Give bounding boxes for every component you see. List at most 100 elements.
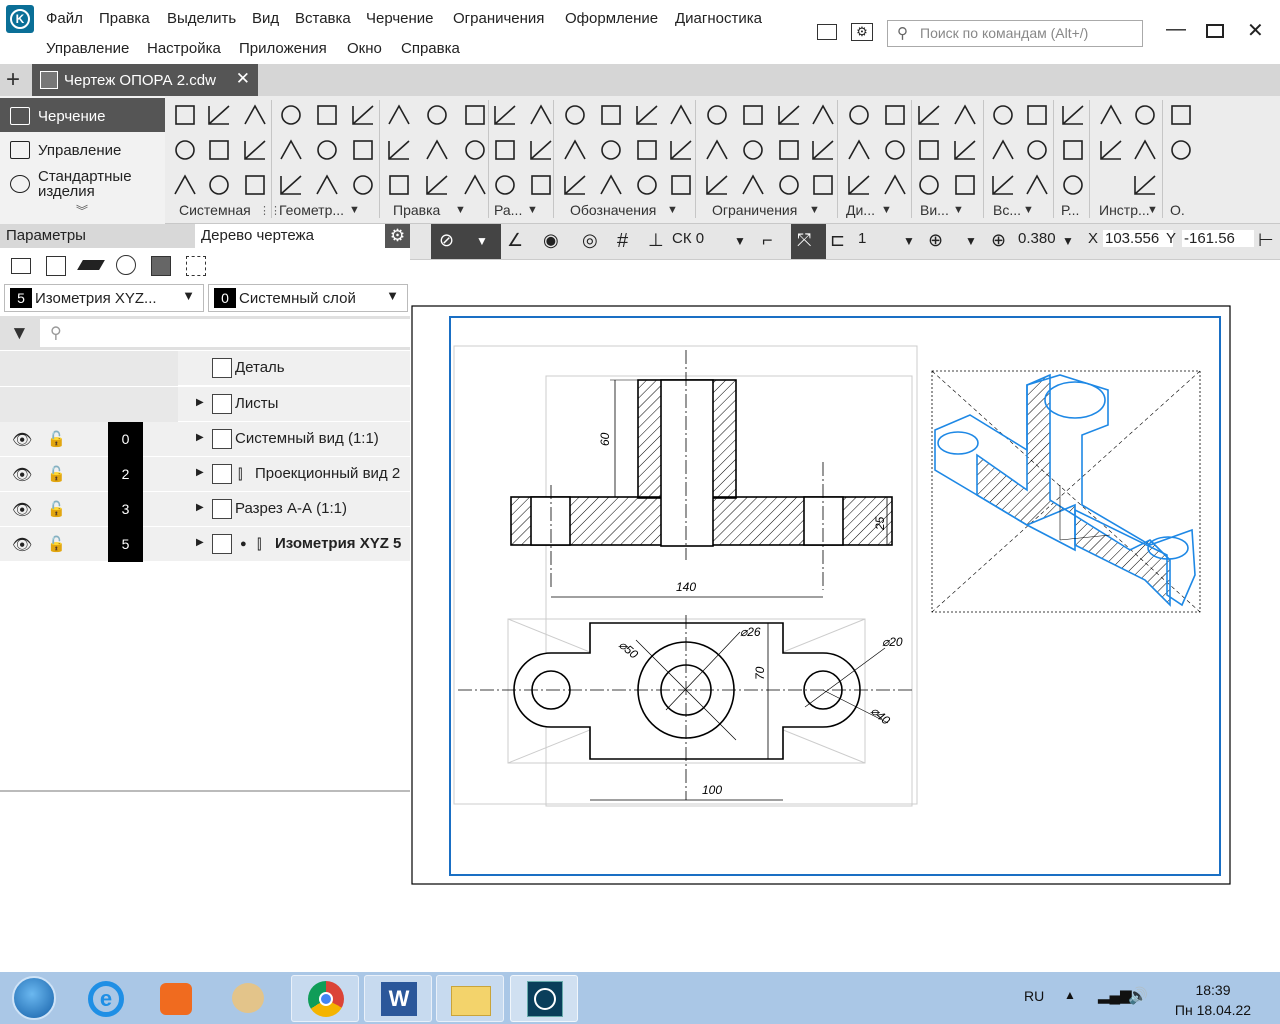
- ribbon-tool-icon[interactable]: [1063, 140, 1083, 160]
- language-indicator[interactable]: RU: [1024, 988, 1044, 1004]
- zoom-icon[interactable]: ⊕: [991, 230, 1006, 251]
- ribbon-tool-icon[interactable]: [779, 140, 799, 160]
- lock-icon[interactable]: 🔓: [47, 430, 66, 448]
- ribbon-tool-icon[interactable]: [244, 140, 266, 160]
- ribbon-tool-icon[interactable]: [317, 105, 337, 125]
- chrome-taskbar-button[interactable]: [291, 975, 359, 1022]
- menu-diagnostics[interactable]: Диагностика: [675, 10, 762, 27]
- tab-standard-parts[interactable]: Стандартные изделия: [0, 166, 150, 200]
- ribbon-tool-icon[interactable]: [494, 105, 516, 125]
- command-search-input[interactable]: ⚲ Поиск по командам (Alt+/): [887, 20, 1143, 47]
- tree-row-view-5[interactable]: 👁 🔓 5 ▶ ● ⫿ Изометрия XYZ 5: [0, 527, 410, 562]
- ribbon-tool-icon[interactable]: [353, 175, 373, 195]
- lock-icon[interactable]: 🔓: [47, 500, 66, 518]
- group-geometry[interactable]: Геометр...: [279, 202, 344, 218]
- ribbon-tool-icon[interactable]: [670, 104, 692, 125]
- ribbon-tool-icon[interactable]: [280, 139, 302, 160]
- ribbon-tool-icon[interactable]: [1026, 174, 1048, 195]
- ribbon-tool-icon[interactable]: [706, 175, 728, 195]
- ribbon-tool-icon[interactable]: [779, 175, 799, 195]
- ribbon-tool-icon[interactable]: [1134, 139, 1156, 160]
- menu-edit[interactable]: Правка: [99, 10, 150, 27]
- ribbon-tool-icon[interactable]: [1171, 140, 1191, 160]
- style-select[interactable]: 1: [858, 230, 866, 247]
- group-dropdown-icon[interactable]: ▼: [527, 204, 538, 216]
- eye-icon[interactable]: ◉: [543, 230, 559, 251]
- paint-taskbar-button[interactable]: [214, 975, 282, 1022]
- chevron-down-icon[interactable]: ▼: [476, 234, 488, 248]
- menu-select[interactable]: Выделить: [167, 10, 236, 27]
- ribbon-tool-icon[interactable]: [317, 140, 337, 160]
- group-dropdown-icon[interactable]: ▼: [953, 204, 964, 216]
- ribbon-tool-icon[interactable]: [209, 140, 229, 160]
- ortho-icon[interactable]: ⌐: [762, 230, 773, 251]
- ribbon-tool-icon[interactable]: [530, 104, 552, 125]
- collapse-chevron-icon[interactable]: ︾: [76, 202, 88, 219]
- ribbon-tool-icon[interactable]: [992, 139, 1014, 160]
- tab-drawing-tree[interactable]: Дерево чертежа: [195, 224, 385, 248]
- ribbon-tool-icon[interactable]: [245, 175, 265, 195]
- ribbon-tool-icon[interactable]: [601, 140, 621, 160]
- menu-apps[interactable]: Приложения: [239, 40, 327, 57]
- ribbon-tool-icon[interactable]: [427, 105, 447, 125]
- menu-file[interactable]: Файл: [46, 10, 83, 27]
- ribbon-tool-icon[interactable]: [531, 175, 551, 195]
- drawing-sheet[interactable]: 60 25 140 ⌀26 ⌀50 70 ⌀20 ⌀40 100: [410, 260, 1280, 972]
- tree-row-view-3[interactable]: 👁 🔓 3 ▶ Разрез А-А (1:1): [0, 492, 410, 527]
- ribbon-tool-icon[interactable]: [919, 175, 939, 195]
- ribbon-tool-icon[interactable]: [778, 105, 800, 125]
- ribbon-tool-icon[interactable]: [743, 105, 763, 125]
- ribbon-tool-icon[interactable]: [742, 174, 764, 195]
- tree-search-input[interactable]: ⚲: [40, 319, 410, 347]
- group-constraints[interactable]: Ограничения: [712, 202, 797, 218]
- close-tab-icon[interactable]: ✕: [236, 69, 250, 89]
- ribbon-tool-icon[interactable]: [565, 105, 585, 125]
- minimize-button[interactable]: —: [1166, 18, 1186, 41]
- ribbon-tool-icon[interactable]: [671, 175, 691, 195]
- ribbon-tool-icon[interactable]: [175, 140, 195, 160]
- ribbon-tool-icon[interactable]: [1027, 105, 1047, 125]
- ribbon-tool-icon[interactable]: [281, 105, 301, 125]
- ribbon-tool-icon[interactable]: [706, 139, 728, 160]
- layer-icon[interactable]: [77, 260, 105, 270]
- ribbon-tool-icons[interactable]: [165, 96, 1280, 202]
- ribbon-tool-icon[interactable]: [1100, 104, 1122, 125]
- ie-taskbar-button[interactable]: e: [72, 975, 140, 1022]
- menu-window[interactable]: Окно: [347, 40, 382, 57]
- document-tab[interactable]: Чертеж ОПОРА 2.cdw ✕: [32, 64, 258, 96]
- view-icon[interactable]: [46, 256, 66, 276]
- tab-drawing[interactable]: Черчение: [0, 98, 165, 132]
- ribbon-tool-icon[interactable]: [601, 105, 621, 125]
- menu-insert[interactable]: Вставка: [295, 10, 351, 27]
- panel-toggle-icon[interactable]: [817, 24, 837, 40]
- ribbon-tool-icon[interactable]: [244, 104, 266, 125]
- menu-settings[interactable]: Настройка: [147, 40, 221, 57]
- network-icon[interactable]: ▂▄▆: [1098, 986, 1132, 1004]
- zoom-value[interactable]: 0.380: [1018, 230, 1058, 247]
- ribbon-tool-icon[interactable]: [884, 174, 906, 195]
- ribbon-tool-icon[interactable]: [353, 140, 373, 160]
- ribbon-tool-icon[interactable]: [426, 139, 448, 160]
- style-icon[interactable]: ⊏: [830, 230, 845, 251]
- fragment-icon[interactable]: [186, 256, 206, 276]
- menu-help[interactable]: Справка: [401, 40, 460, 57]
- ribbon-tool-icon[interactable]: [564, 139, 586, 160]
- group-diagnostics[interactable]: Ди...: [846, 202, 875, 218]
- cs-select[interactable]: СК 0: [672, 230, 704, 247]
- ribbon-tool-icon[interactable]: [849, 105, 869, 125]
- angle-snap-icon[interactable]: ∠: [507, 230, 523, 251]
- lock-icon[interactable]: 🔓: [47, 465, 66, 483]
- x-coord-field[interactable]: 103.556: [1103, 230, 1173, 247]
- group-dropdown-icon[interactable]: ▼: [1023, 204, 1034, 216]
- kompas-logo-icon[interactable]: K: [6, 5, 34, 33]
- ribbon-tool-icon[interactable]: [1063, 175, 1083, 195]
- tree-row-detail[interactable]: Деталь: [0, 351, 410, 386]
- ribbon-tool-icon[interactable]: [670, 140, 692, 160]
- ribbon-tool-icon[interactable]: [813, 175, 833, 195]
- chevron-down-icon[interactable]: ▼: [903, 234, 915, 248]
- group-dropdown-icon[interactable]: ▼: [809, 204, 820, 216]
- new-tab-plus-icon[interactable]: +: [6, 66, 20, 94]
- menu-drawing[interactable]: Черчение: [366, 10, 434, 27]
- ribbon-tool-icon[interactable]: [464, 174, 486, 195]
- eye-icon[interactable]: 👁: [12, 500, 32, 520]
